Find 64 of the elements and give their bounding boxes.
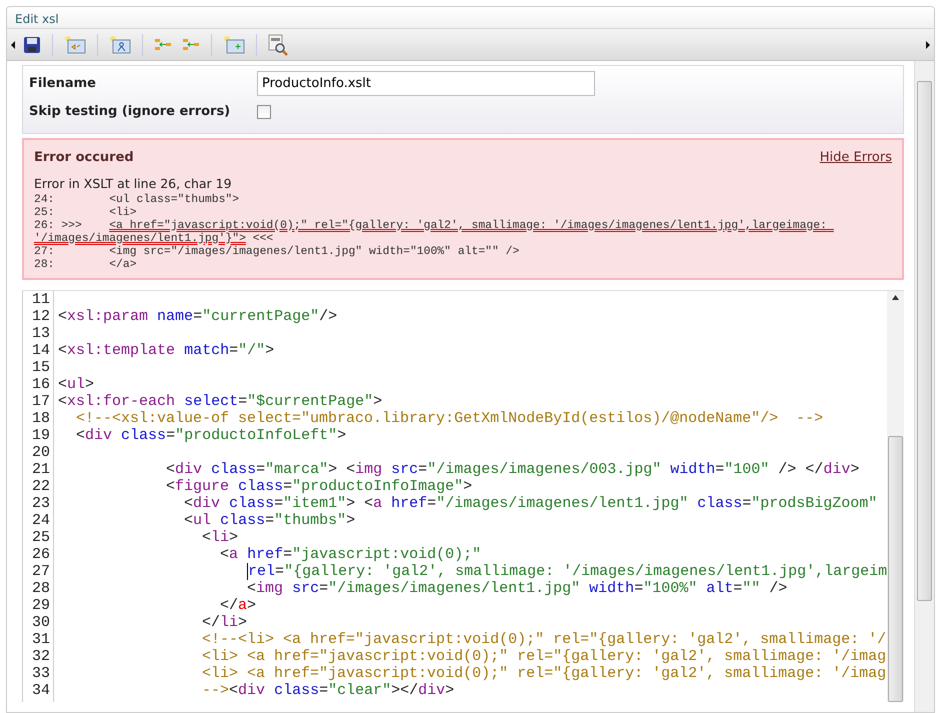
line-number: 20	[30, 444, 50, 461]
line-number: 33	[30, 664, 50, 682]
code-line: <div class="productoInfoLeft">	[75, 426, 348, 444]
code-line: <xsl:param name="currentPage"/>	[58, 308, 338, 325]
line-number: 18	[30, 410, 50, 427]
line-number: 21	[30, 460, 50, 478]
line-number: 11	[30, 290, 50, 308]
line-number: 28	[30, 580, 50, 597]
error-code-line: 28: </a>	[34, 258, 138, 272]
code-line: <!--<xsl:value-of select="umbraco.library:GetXmlNodeById(estilos)/@nodeName"/> -->	[75, 410, 824, 427]
scroll-left-icon[interactable]	[11, 40, 16, 48]
line-number: 27	[30, 562, 50, 580]
line-number: 32	[30, 648, 50, 665]
code-line: <div class="marca"> <img src="/images/imagenes/003.jpg" width="100" /> </div>	[165, 460, 860, 478]
line-number: 16	[30, 376, 50, 393]
error-code-line: 27: <img src="/images/imagenes/lent1.jpg" width="100%" alt="" />	[34, 246, 520, 258]
scrollbar-thumb[interactable]	[917, 81, 932, 601]
code-line: <xsl:for-each select="$currentPage">	[58, 392, 384, 410]
hide-errors-link[interactable]: Hide Errors	[820, 148, 892, 167]
line-number: 30	[30, 614, 50, 631]
scroll-right-icon[interactable]	[925, 40, 930, 48]
line-number: 29	[30, 596, 50, 614]
line-number: 15	[30, 358, 50, 376]
error-code-line: 26: >>> <a href="javascript:void(0);" rel="{gallery: 'gal2', smallimage: '/images/imagenes/lent1.jpg',largeimage: '/images/imagenes/lent1.jpg'}"> <<<	[34, 220, 828, 246]
error-code-line: 25: <li>	[34, 206, 138, 220]
line-number: 22	[30, 478, 50, 495]
line-number: 34	[30, 682, 50, 699]
line-number: 14	[30, 342, 50, 359]
code-line: <img src="/images/imagenes/lent1.jpg" width="100%" alt="" />	[246, 580, 788, 597]
line-number: 13	[30, 324, 50, 342]
code-line: <li> <a href="javascript:void(0);" rel="{gallery: 'gal2', smallimage: '/imag	[201, 664, 887, 682]
code-line: <li> <a href="javascript:void(0);" rel="{gallery: 'gal2', smallimage: '/imag	[201, 648, 887, 665]
code-line: </li>	[201, 614, 248, 631]
page-scrollbar[interactable]	[914, 61, 934, 712]
code-line: <xsl:template match="/">	[58, 342, 276, 359]
error-code-line: 24: <ul class="thumbs">	[34, 194, 240, 206]
error-title: Error occured	[34, 148, 134, 166]
window-title: Edit xsl	[15, 12, 59, 26]
line-number: 26	[30, 546, 50, 563]
filename-field[interactable]: ProductoInfo.xslt	[257, 71, 595, 96]
code-line: <!--<li> <a href="javascript:void(0);" rel="{gallery: 'gal2', smallimage: '/	[201, 630, 887, 648]
code-line: <li>	[201, 528, 240, 546]
code-line: <div class="item1"> <a href="/images/imagenes/lent1.jpg" class="prodsBigZoom"	[183, 494, 878, 512]
code-line: <figure class="productoInfoImage">	[165, 478, 474, 495]
code-line: <a href="javascript:void(0);"	[219, 546, 482, 563]
error-message: Error in XSLT at line 26, char 19	[34, 175, 233, 193]
scroll-up-icon[interactable]	[892, 294, 899, 300]
code-line: <ul>	[58, 376, 96, 393]
scrollbar-thumb[interactable]	[888, 436, 903, 702]
code-line: rel="{gallery: 'gal2', smallimage: '/images/imagenes/lent1.jpg',largeim	[246, 562, 887, 580]
skip-testing-label: Skip testing (ignore errors)	[29, 103, 232, 121]
line-number: 23	[30, 494, 50, 512]
line-number: 19	[30, 426, 50, 444]
code-line: <ul class="thumbs">	[183, 512, 356, 529]
line-number: 24	[30, 512, 50, 529]
line-number: 12	[30, 308, 50, 325]
line-number: 25	[30, 528, 50, 546]
line-number: 17	[30, 392, 50, 410]
skip-testing-checkbox[interactable]	[257, 104, 271, 119]
filename-label: Filename	[29, 74, 97, 93]
line-number: 31	[30, 630, 50, 648]
code-scrollbar[interactable]	[887, 290, 904, 702]
code-line: --><div class="clear"></div>	[201, 682, 456, 699]
code-line: </a>	[219, 596, 258, 614]
